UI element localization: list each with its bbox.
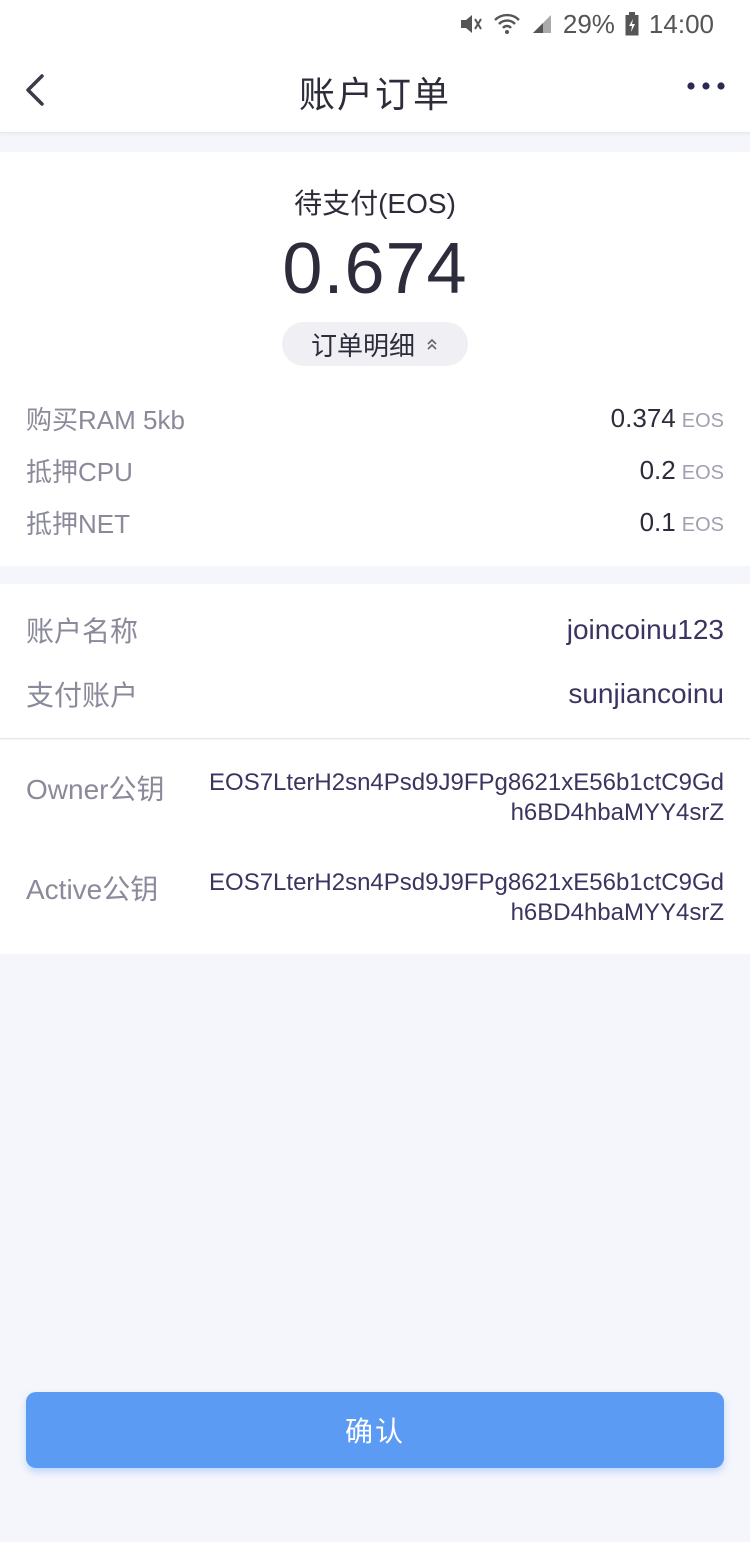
order-item-label: 抵押CPU	[26, 456, 133, 487]
double-chevron-up-icon	[427, 338, 437, 350]
pending-payment-label: 待支付(EOS)	[294, 188, 456, 219]
order-item-value: 0.374	[610, 402, 676, 433]
order-item-row: 抵押NET 0.1 EOS	[26, 502, 724, 542]
clock: 14:00	[648, 8, 714, 39]
account-name-value: joincoinu123	[566, 614, 724, 645]
order-detail-toggle[interactable]: 订单明细	[282, 322, 468, 366]
mute-icon	[460, 15, 482, 33]
active-key-value: EOS7LterH2sn4Psd9J9FPg8621xE56b1ctC9Gdh6…	[209, 869, 724, 926]
order-item-row: 购买RAM 5kb 0.374 EOS	[26, 398, 724, 438]
status-bar: 29% 14:00	[0, 0, 750, 48]
payer-account-label: 支付账户	[26, 680, 139, 711]
pending-amount: 0.674	[282, 229, 468, 309]
nav-bar: 账户订单	[0, 48, 750, 133]
active-key-label: Active公钥	[26, 874, 159, 905]
status-icons: 29% 14:00	[459, 8, 714, 40]
order-detail-label: 订单明细	[310, 330, 415, 361]
account-name-row: 账户名称 joincoinu123	[26, 610, 724, 650]
order-summary-card: 待支付(EOS) 0.674 订单明细 购买RAM 5kb 0.374 EOS 抵…	[0, 152, 750, 566]
confirm-button[interactable]: 确认	[26, 1392, 724, 1468]
owner-key-label: Owner公钥	[26, 774, 165, 805]
owner-key-value: EOS7LterH2sn4Psd9J9FPg8621xE56b1ctC9Gdh6…	[209, 769, 724, 826]
order-item-unit: EOS	[681, 461, 724, 484]
page-title: 账户订单	[298, 74, 451, 115]
more-button[interactable]	[686, 74, 726, 98]
battery-icon	[625, 12, 639, 36]
signal-icon	[532, 15, 551, 33]
order-item-unit: EOS	[681, 513, 724, 536]
account-name-label: 账户名称	[26, 616, 139, 647]
payer-account-row: 支付账户 sunjiancoinu	[26, 674, 724, 714]
order-item-label: 购买RAM 5kb	[26, 404, 185, 435]
order-item-label: 抵押NET	[26, 508, 131, 539]
public-keys-card: Owner公钥 EOS7LterH2sn4Psd9J9FPg8621xE56b1…	[0, 740, 750, 954]
order-item-value: 0.2	[639, 454, 676, 485]
order-item-value: 0.1	[639, 506, 676, 537]
payer-account-value: sunjiancoinu	[568, 678, 724, 709]
order-item-unit: EOS	[681, 409, 724, 432]
more-dots-icon	[687, 82, 725, 90]
battery-percent: 29%	[562, 8, 615, 39]
account-info-card: 账户名称 joincoinu123 支付账户 sunjiancoinu	[0, 584, 750, 739]
wifi-icon	[494, 13, 520, 34]
order-item-row: 抵押CPU 0.2 EOS	[26, 450, 724, 490]
